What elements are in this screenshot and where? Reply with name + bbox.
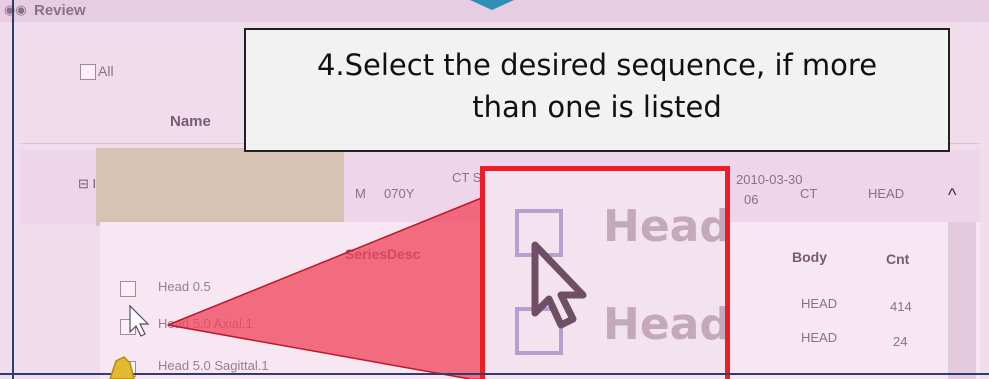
series-checkbox[interactable] bbox=[120, 281, 136, 297]
collapse-icon[interactable]: ⊟ I bbox=[78, 176, 96, 192]
zoom-magnifier-box: Head Head bbox=[480, 166, 730, 379]
window-title: Review bbox=[34, 2, 86, 19]
series-checkbox[interactable] bbox=[120, 319, 136, 335]
series-header-body[interactable]: Body bbox=[792, 249, 827, 265]
series-header-count[interactable]: Cnt bbox=[886, 251, 909, 267]
scrollbar[interactable] bbox=[948, 222, 976, 379]
series-desc: Head 0.5 bbox=[158, 279, 211, 294]
series-desc: Head 5.0 Sagittal.1 bbox=[158, 358, 269, 373]
chevron-up-icon[interactable]: ^ bbox=[948, 185, 956, 206]
callout-line-1: 4.Select the desired sequence, if more bbox=[316, 48, 878, 82]
study-date: 2010-03-30 bbox=[736, 172, 803, 187]
frame-bottom-border bbox=[0, 373, 989, 375]
zoomed-label: Head bbox=[603, 201, 730, 252]
study-time: 06 bbox=[744, 192, 759, 207]
zoomed-label: Head bbox=[603, 299, 730, 350]
review-icon: ◉◉ bbox=[4, 2, 27, 17]
series-header-desc[interactable]: SeriesDesc bbox=[345, 246, 421, 262]
select-all-label: All bbox=[98, 63, 114, 79]
series-count: 24 bbox=[893, 334, 908, 349]
series-count: 414 bbox=[890, 299, 912, 314]
redacted-patient-name bbox=[96, 148, 344, 226]
zoomed-cursor-icon bbox=[531, 241, 587, 329]
column-header-name[interactable]: Name bbox=[170, 113, 211, 130]
series-body: HEAD bbox=[801, 296, 838, 311]
study-age: 070Y bbox=[384, 186, 415, 201]
study-sex: M bbox=[355, 186, 366, 201]
select-all-checkbox[interactable] bbox=[80, 64, 96, 80]
series-desc: Head 5.0 Axial.1 bbox=[158, 316, 253, 331]
hand-icon bbox=[109, 356, 135, 379]
frame-left-border bbox=[12, 0, 14, 379]
study-body: HEAD bbox=[868, 186, 905, 201]
callout-line-2: than one is listed bbox=[472, 90, 722, 124]
series-body: HEAD bbox=[801, 330, 838, 345]
instruction-callout: 4.Select the desired sequence, if more t… bbox=[244, 28, 950, 152]
study-modality: CT bbox=[800, 186, 818, 201]
top-pointer-tab bbox=[470, 0, 514, 10]
